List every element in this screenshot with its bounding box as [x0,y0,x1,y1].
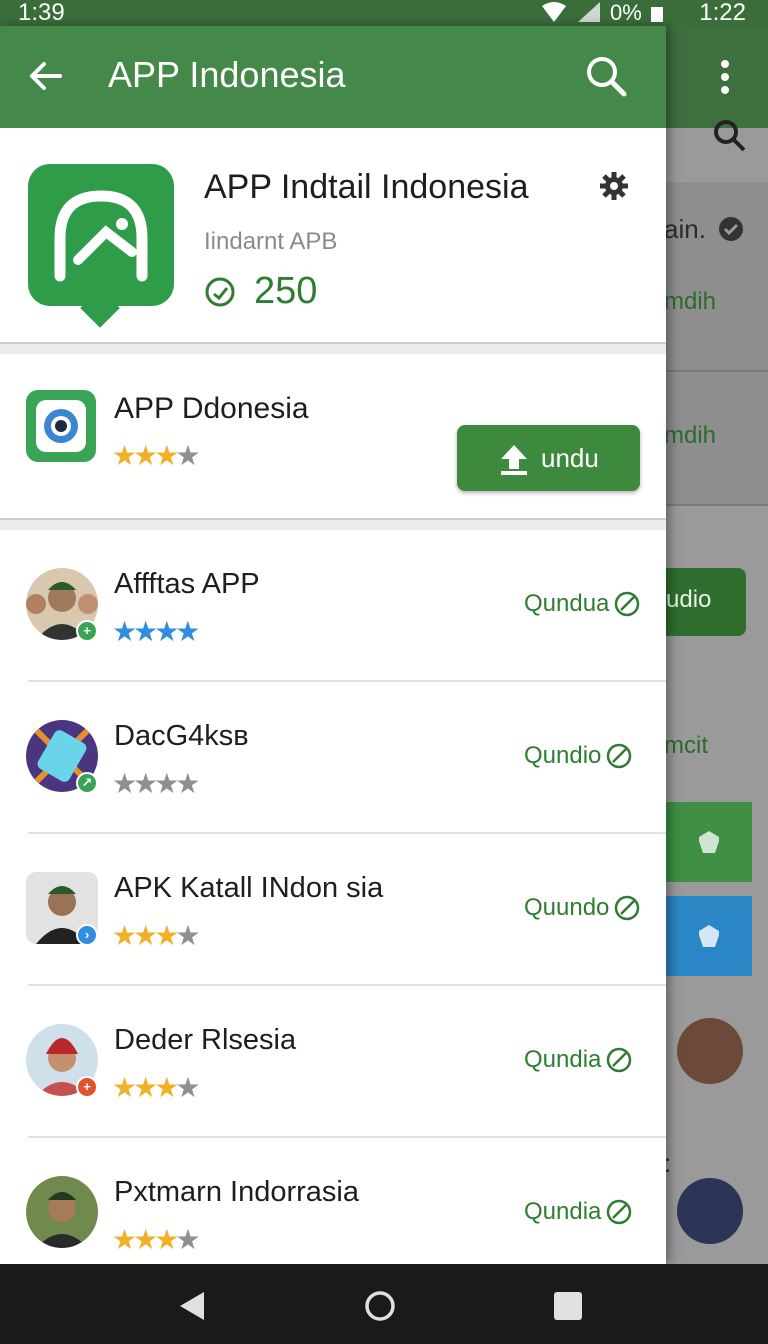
background-tile-blue [666,896,752,976]
upload-icon [501,445,527,475]
app-logo-icon [28,164,174,328]
rating-stars: ★★★★ [112,1224,200,1255]
signal-icon [578,2,600,22]
download-count: 250 [254,270,318,312]
status-bar: 1:39 0% 1:22 [0,0,768,26]
back-arrow-icon[interactable] [26,56,66,96]
avatar-badge: › [76,924,98,946]
rating-stars: ★★★★ [112,768,200,799]
list-item-name: Deder Rlsesia [114,1024,297,1056]
rating-stars: ★★★★ [112,920,200,951]
app-name: APP Indtail Indonesia [204,168,529,206]
background-avatar [677,1018,743,1084]
nav-recents-icon[interactable] [552,1290,584,1322]
background-avatar [677,1178,743,1244]
background-row [666,182,768,372]
gear-icon[interactable] [598,170,630,202]
battery-percent: 0% [610,0,642,25]
nav-back-icon[interactable] [176,1290,206,1322]
action-icon [607,1047,632,1073]
navigation-bar [0,1264,768,1344]
featured-app-card[interactable]: APP Ddonesia ★★★★ undu [0,354,666,518]
list-item-action[interactable]: Qundia [524,1198,633,1226]
app-bar-title: APP Indonesia [108,54,346,95]
featured-app-name: APP Ddonesia [114,392,309,425]
background-text: ain. [664,214,706,244]
background-text: mcit [664,732,708,759]
app-subtitle: Iindarnt APB [204,228,338,255]
list-item[interactable]: + Affftas APP ★★★★ Qundua [0,530,666,682]
app-header-card: APP Indtail Indonesia Iindarnt APB 250 [0,128,666,342]
featured-rating-stars: ★★★★ [112,440,200,471]
list-item[interactable]: › APK Katall INdon sia ★★★★ Quundo [0,834,666,986]
background-text: mdih [664,422,717,449]
avatar-badge: ↗ [76,772,98,794]
status-time-right: 1:22 [699,0,746,26]
list-item-name: Affftas APP [114,568,260,600]
list-item-action[interactable]: Qundua [524,590,641,618]
avatar-badge: + [76,620,98,642]
action-label: Quundo [524,894,610,921]
list-item[interactable]: ↗ DacG4ksв ★★★★ Qundio [0,682,666,834]
list-item[interactable]: + Deder Rlsesia ★★★★ Qundia [0,986,666,1138]
list-item-name: DacG4ksв [114,720,249,752]
list-item-name: APK Katall INdon sia [114,872,384,904]
download-button[interactable]: undu [457,425,640,491]
battery-icon [650,7,663,22]
action-label: Qundio [524,742,602,769]
background-search-icon [714,120,746,152]
avatar-badge: + [76,1076,98,1098]
action-icon [607,1199,632,1225]
action-label: Qundua [524,590,610,617]
list-item-action[interactable]: Qundio [524,742,633,770]
list-item-name: Pxtmarn Indorrasia [114,1176,359,1208]
drawer-panel: APP Indonesia APP Indtail Indonesia Iind… [0,26,666,1264]
nav-home-icon[interactable] [364,1290,396,1322]
download-button-label: undu [541,443,599,473]
wifi-icon [542,2,566,22]
avatar [26,1176,98,1248]
rating-stars: ★★★★ [112,1072,200,1103]
action-icon [615,895,640,921]
section-divider [0,342,666,354]
list-item[interactable]: Pxtmarn Indorrasia ★★★★ Qundia [0,1138,666,1264]
status-time-left: 1:39 [18,0,65,26]
section-divider [0,518,666,530]
download-count-icon [205,277,235,307]
background-button: udio [666,568,746,636]
list-item-action[interactable]: Qundia [524,1046,633,1074]
background-check-icon [719,217,743,241]
action-icon [607,743,632,769]
rating-stars: ★★★★ [112,616,200,647]
background-tile-green [666,802,752,882]
background-text: mdih [664,288,717,315]
featured-app-icon [26,390,96,462]
action-label: Qundia [524,1198,602,1225]
search-icon[interactable] [584,54,628,98]
action-label: Qundia [524,1046,602,1073]
app-bar: APP Indonesia [0,26,666,128]
action-icon [615,591,640,617]
more-options-icon[interactable] [718,58,732,98]
list-item-action[interactable]: Quundo [524,894,641,922]
